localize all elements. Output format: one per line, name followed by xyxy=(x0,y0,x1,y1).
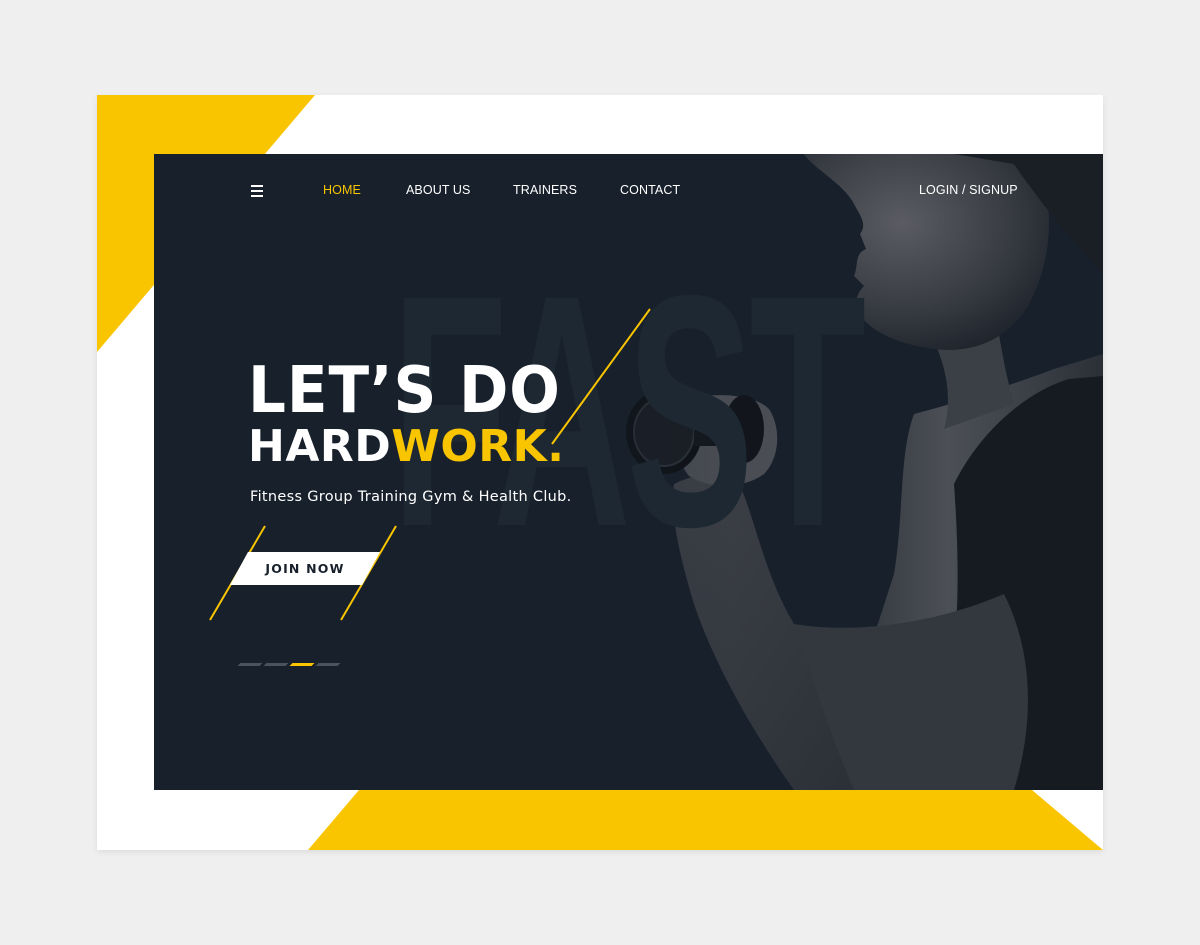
headline-line-1: LET’S DO xyxy=(248,354,561,428)
top-navigation: HOME ABOUT US TRAINERS CONTACT LOGIN / S… xyxy=(154,154,1103,226)
slider-dot-1[interactable] xyxy=(237,663,263,666)
headline-plain-word: HARD xyxy=(248,421,392,472)
hamburger-menu-icon[interactable] xyxy=(251,185,263,197)
hero-tagline: Fitness Group Training Gym & Health Club… xyxy=(250,489,572,505)
join-now-label: JOIN NOW xyxy=(265,561,345,576)
nav-link-home[interactable]: HOME xyxy=(323,183,361,197)
nav-link-contact[interactable]: CONTACT xyxy=(620,183,680,197)
join-now-wrapper: JOIN NOW xyxy=(209,525,399,621)
headline-line-2: HARDWORK. xyxy=(248,425,564,469)
login-signup-link[interactable]: LOGIN / SIGNUP xyxy=(919,183,1018,197)
headline-accent-line xyxy=(551,308,651,445)
join-now-button[interactable]: JOIN NOW xyxy=(230,552,380,585)
slider-pagination xyxy=(235,663,345,669)
slider-dot-4[interactable] xyxy=(315,663,341,666)
hero-section: FAST HOME ABOUT US TRAINERS CONTACT LOGI… xyxy=(154,154,1103,790)
page-frame: FAST HOME ABOUT US TRAINERS CONTACT LOGI… xyxy=(97,95,1103,850)
nav-link-trainers[interactable]: TRAINERS xyxy=(513,183,577,197)
headline-accent-word: WORK. xyxy=(391,421,565,472)
slider-dot-2[interactable] xyxy=(263,663,289,666)
bottom-yellow-shape xyxy=(308,790,1103,850)
nav-link-about-us[interactable]: ABOUT US xyxy=(406,183,470,197)
slider-dot-3-active[interactable] xyxy=(289,663,315,666)
